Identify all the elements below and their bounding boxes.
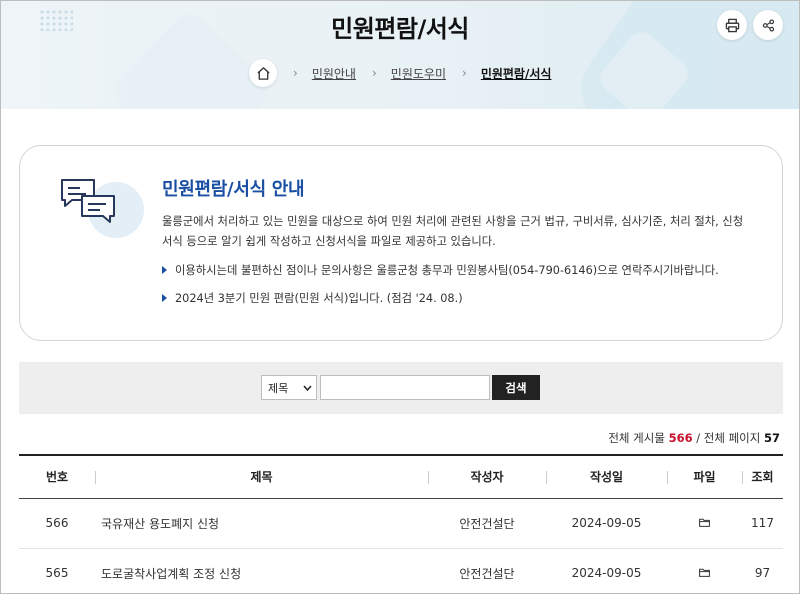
search-input[interactable]	[320, 375, 490, 400]
chevron-right-icon: ›	[371, 66, 377, 80]
folder-icon	[699, 568, 710, 577]
row-author: 안전건설단	[428, 548, 546, 593]
chevron-right-icon: ›	[462, 66, 467, 80]
row-date: 2024-09-05	[546, 548, 667, 593]
chevron-right-icon: ›	[293, 66, 298, 80]
column-header-views: 조회	[742, 455, 783, 499]
page-frame: 민원편람/서식 › 민원안내 › 민원도우미 › 민원편람/서식 민원편람/서식…	[0, 0, 800, 594]
breadcrumb-item-current[interactable]: 민원편람/서식	[481, 65, 552, 82]
home-icon	[256, 66, 270, 80]
page-header: 민원편람/서식 › 민원안내 › 민원도우미 › 민원편람/서식	[1, 1, 799, 109]
table-header-row: 번호 제목 작성자 작성일 파일 조회	[19, 455, 783, 499]
column-header-author: 작성자	[428, 455, 546, 499]
total-posts: 566	[668, 431, 693, 445]
table-row: 566 국유재산 용도폐지 신청 안전건설단 2024-09-05 117	[19, 498, 783, 549]
triangle-bullet-icon	[162, 294, 167, 302]
row-views: 97	[742, 548, 783, 593]
folder-icon	[699, 518, 710, 527]
print-icon	[725, 18, 739, 32]
home-button[interactable]	[249, 59, 277, 87]
table-row: 565 도로굴착사업계획 조정 신청 안전건설단 2024-09-05 97	[19, 548, 783, 593]
row-number: 566	[19, 498, 95, 549]
search-button[interactable]: 검색	[492, 375, 540, 400]
info-bullet: 2024년 3분기 민원 편람(민원 서식)입니다. (점검 '24. 08.)	[162, 290, 463, 306]
share-button[interactable]	[753, 10, 783, 40]
column-header-title: 제목	[95, 455, 428, 499]
breadcrumb-item-civil-guide[interactable]: 민원안내	[312, 65, 356, 82]
post-count: 전체 게시물 566 / 전체 페이지 57	[608, 431, 780, 445]
column-header-number: 번호	[19, 455, 95, 499]
row-title-link[interactable]: 도로굴착사업계획 조정 신청	[95, 548, 428, 593]
column-header-file: 파일	[667, 455, 742, 499]
row-number: 565	[19, 548, 95, 593]
share-icon	[762, 18, 774, 32]
row-views: 117	[742, 498, 783, 549]
speech-bubbles-icon	[61, 179, 115, 223]
row-file[interactable]	[667, 548, 742, 593]
row-author: 안전건설단	[428, 498, 546, 549]
info-description: 울릉군에서 처리하고 있는 민원을 대상으로 하여 민원 처리에 관련된 사항을…	[162, 215, 744, 248]
search-field-select[interactable]: 제목	[261, 375, 317, 400]
breadcrumb-item-civil-helper[interactable]: 민원도우미	[391, 65, 446, 82]
info-box: 민원편람/서식 안내 울릉군에서 처리하고 있는 민원을 대상으로 하여 민원 …	[19, 145, 783, 341]
breadcrumb: › 민원안내 › 민원도우미 › 민원편람/서식	[249, 59, 551, 87]
info-title: 민원편람/서식 안내	[162, 179, 305, 200]
row-title-link[interactable]: 국유재산 용도폐지 신청	[95, 498, 428, 549]
row-date: 2024-09-05	[546, 498, 667, 549]
search-bar: 제목 검색	[19, 362, 783, 414]
triangle-bullet-icon	[162, 266, 167, 274]
page-title: 민원편람/서식	[331, 15, 469, 43]
column-header-date: 작성일	[546, 455, 667, 499]
board-table: 번호 제목 작성자 작성일 파일 조회 566 국유재산 용도폐지 신청 안전건…	[19, 454, 783, 593]
print-button[interactable]	[717, 10, 747, 40]
row-file[interactable]	[667, 498, 742, 549]
chevron-down-icon	[303, 385, 312, 391]
total-pages: 57	[763, 431, 780, 445]
info-bullet: 이용하시는데 불편하신 점이나 문의사항은 울릉군청 총무과 민원봉사팀(054…	[162, 262, 719, 278]
